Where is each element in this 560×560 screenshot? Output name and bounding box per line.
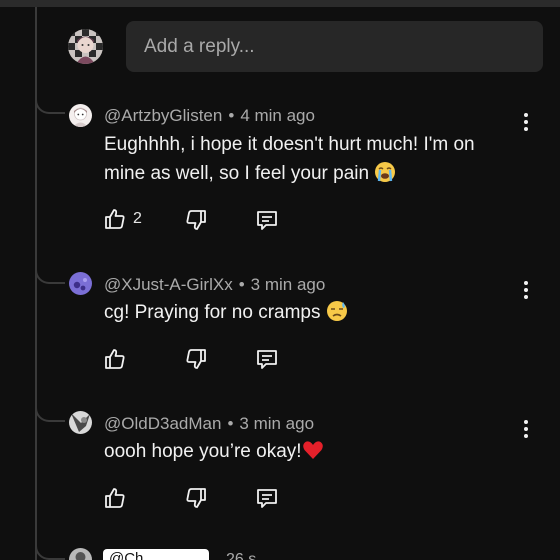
comment-text: Eughhhh, i hope it doesn't hurt much! I'…	[104, 130, 524, 192]
comment-text-line: Eughhhh, i hope it doesn't hurt much! I'…	[104, 134, 475, 155]
thread-connector	[35, 262, 65, 284]
comment-author[interactable]: @ArtzbyGlisten	[104, 106, 222, 125]
comment-time[interactable]: 3 min ago	[251, 275, 326, 294]
thread-connector	[35, 538, 65, 560]
comment-author[interactable]: @XJust-A-GirlXx	[104, 275, 233, 294]
reply-button[interactable]	[255, 347, 279, 371]
like-button[interactable]: 2	[103, 207, 142, 231]
more-vertical-icon[interactable]	[516, 277, 536, 303]
reply-button[interactable]	[255, 208, 279, 232]
thread-connector	[35, 92, 65, 114]
thumbs-up-icon	[105, 209, 125, 229]
comment-meta: @OldD3adMan • 3 min ago	[104, 414, 315, 433]
loudly-crying-face-emoji	[374, 161, 396, 192]
comment-author: @Ch	[109, 550, 144, 560]
like-button[interactable]	[103, 347, 127, 371]
red-heart-emoji	[302, 439, 324, 470]
thread-connector	[35, 400, 65, 422]
like-button[interactable]	[103, 486, 127, 510]
thread-line	[35, 7, 37, 560]
dislike-button[interactable]	[184, 208, 208, 232]
comment-meta: @XJust-A-GirlXx • 3 min ago	[104, 275, 326, 294]
thumbs-down-icon	[186, 349, 206, 369]
highlighted-author-chip[interactable]: @Ch	[103, 549, 209, 560]
reply-button[interactable]	[255, 486, 279, 510]
thumbs-down-icon	[186, 488, 206, 508]
more-vertical-icon[interactable]	[516, 416, 536, 442]
dislike-button[interactable]	[184, 347, 208, 371]
comment-text: oooh hope you’re okay!	[104, 437, 524, 470]
reply-input[interactable]: Add a reply...	[126, 21, 543, 72]
more-vertical-icon[interactable]	[516, 109, 536, 135]
top-bar	[0, 0, 560, 7]
reply-input-placeholder: Add a reply...	[144, 35, 255, 57]
comment-meta: @ArtzbyGlisten • 4 min ago	[104, 106, 315, 125]
current-user-avatar	[68, 29, 103, 64]
comment-time[interactable]: 3 min ago	[239, 414, 314, 433]
dislike-button[interactable]	[184, 486, 208, 510]
thumbs-down-icon	[186, 210, 206, 230]
downcast-face-with-sweat-emoji	[326, 300, 348, 331]
reply-icon	[257, 211, 277, 230]
like-count: 2	[133, 210, 142, 227]
thumbs-up-icon	[105, 349, 125, 369]
comment-time[interactable]: 4 min ago	[240, 106, 315, 125]
commenter-avatar[interactable]	[69, 411, 92, 434]
thumbs-up-icon	[105, 488, 125, 508]
commenter-avatar[interactable]	[69, 548, 92, 560]
commenter-avatar[interactable]	[69, 104, 92, 127]
reply-icon	[257, 489, 277, 508]
comment-author[interactable]: @OldD3adMan	[104, 414, 221, 433]
commenter-avatar[interactable]	[69, 272, 92, 295]
comment-text-line-2: mine as well, so I feel your pain	[104, 159, 524, 192]
comment-text: cg! Praying for no cramps	[104, 298, 524, 331]
comment-time: 26 s	[226, 551, 257, 560]
reply-icon	[257, 350, 277, 369]
